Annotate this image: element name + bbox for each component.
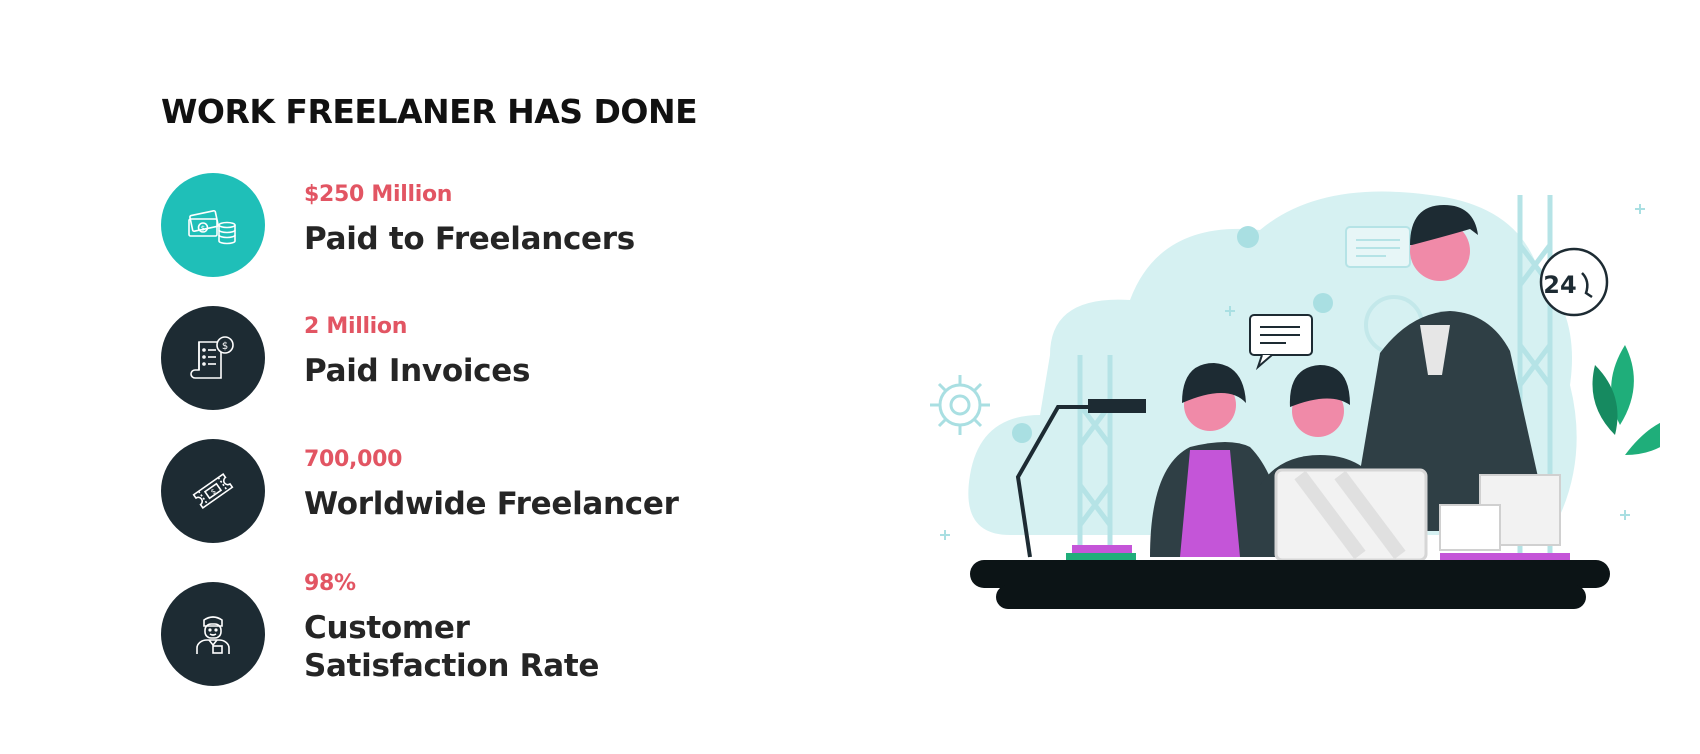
stat-label: Paid to Freelancers	[304, 221, 635, 257]
stat-label: Paid Invoices	[304, 353, 531, 389]
stat-value: 2 Million	[304, 314, 408, 339]
desk-shadow	[996, 585, 1586, 609]
stat-value: 700,000	[304, 447, 403, 472]
stat-icon-circle-invoices: $	[161, 306, 265, 410]
svg-text:$: $	[209, 487, 217, 496]
team-illustration: 24	[930, 191, 1660, 609]
support-badge-text: 24	[1543, 271, 1576, 299]
customer-icon	[196, 616, 230, 654]
stat-label: Customer Satisfaction Rate	[304, 610, 600, 684]
svg-text:$: $	[201, 225, 205, 233]
stat-label: Worldwide Freelancer	[304, 486, 679, 522]
laptop	[1274, 468, 1428, 562]
stat-icon-circle-paid: $	[161, 173, 265, 277]
ticket-icon: $	[192, 473, 234, 509]
invoice-dollar-icon: $	[190, 336, 234, 379]
money-coins-icon: $	[188, 209, 236, 245]
stat-icon-circle-satisfaction	[161, 582, 265, 686]
gear-icon	[930, 375, 990, 435]
desk	[970, 560, 1610, 588]
stat-icon-circle-freelancers: $	[161, 439, 265, 543]
svg-text:$: $	[222, 341, 228, 352]
book-stack	[1066, 545, 1136, 561]
plant	[1592, 345, 1660, 455]
stat-value: 98%	[304, 571, 356, 596]
page-title: WORK FREELANER HAS DONE	[161, 92, 698, 131]
stat-value: $250 Million	[304, 182, 453, 207]
